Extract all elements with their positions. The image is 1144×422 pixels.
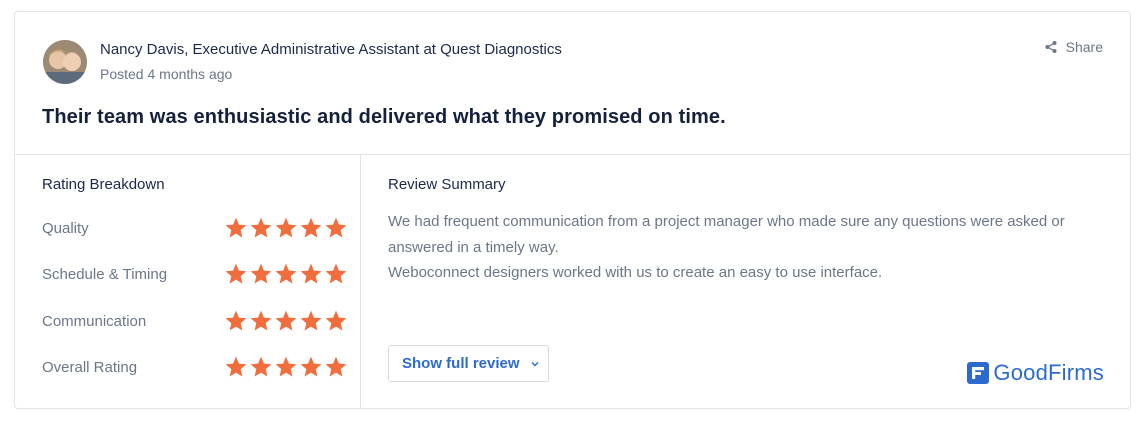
star-rating (224, 216, 348, 240)
show-full-review-label: Show full review (402, 355, 520, 372)
star-rating (224, 309, 348, 333)
star-icon (300, 217, 322, 238)
rating-row: Schedule & Timing (42, 262, 347, 288)
star-icon (225, 356, 247, 377)
avatar (43, 40, 87, 84)
posted-time: Posted 4 months ago (100, 66, 233, 82)
review-header: Nancy Davis, Executive Administrative As… (15, 12, 1130, 155)
goodfirms-logo: GoodFirms (967, 360, 1104, 386)
review-summary-text: We had frequent communication from a pro… (388, 209, 1088, 286)
reviewer-name: Nancy Davis, Executive Administrative As… (100, 41, 562, 58)
rating-row: Communication (42, 309, 347, 335)
rating-label: Schedule & Timing (42, 266, 168, 284)
rating-label: Quality (42, 220, 89, 237)
avatar-photo (43, 40, 87, 84)
rating-breakdown-title: Rating Breakdown (42, 176, 165, 193)
star-icon (225, 310, 247, 331)
star-icon (300, 310, 322, 331)
show-full-review-button[interactable]: Show full review (388, 345, 549, 382)
share-label: Share (1065, 39, 1103, 55)
star-icon (300, 356, 322, 377)
goodfirms-logo-icon (967, 362, 990, 384)
rating-row: Quality (42, 216, 347, 242)
star-icon (325, 310, 347, 331)
star-icon (250, 356, 272, 377)
star-icon (250, 217, 272, 238)
review-card: Nancy Davis, Executive Administrative As… (14, 11, 1131, 409)
chevron-down-icon (531, 361, 539, 366)
review-headline: Their team was enthusiastic and delivere… (42, 106, 726, 128)
goodfirms-wordmark: GoodFirms (993, 360, 1104, 385)
star-icon (225, 217, 247, 238)
review-summary-title: Review Summary (388, 176, 506, 193)
summary-paragraph: Weboconnect designers worked with us to … (388, 264, 883, 281)
star-rating (224, 355, 348, 379)
rating-breakdown-panel: Rating Breakdown Quality Schedule & Timin… (15, 155, 361, 409)
star-icon (325, 356, 347, 377)
star-icon (325, 217, 347, 238)
star-icon (275, 263, 297, 284)
star-icon (325, 263, 347, 284)
rating-row: Overall Rating (42, 355, 347, 381)
share-icon (1045, 41, 1057, 53)
star-icon (275, 356, 297, 377)
star-rating (224, 262, 348, 286)
review-summary-panel: Review Summary We had frequent communica… (361, 155, 1131, 409)
share-button[interactable]: Share (1044, 39, 1103, 55)
summary-paragraph: We had frequent communication from a pro… (388, 213, 1065, 256)
star-icon (300, 263, 322, 284)
star-icon (250, 310, 272, 331)
rating-label: Communication (42, 312, 147, 330)
star-icon (250, 263, 272, 284)
star-icon (275, 310, 297, 331)
rating-label: Overall Rating (42, 358, 138, 376)
star-icon (225, 263, 247, 284)
star-icon (275, 217, 297, 238)
